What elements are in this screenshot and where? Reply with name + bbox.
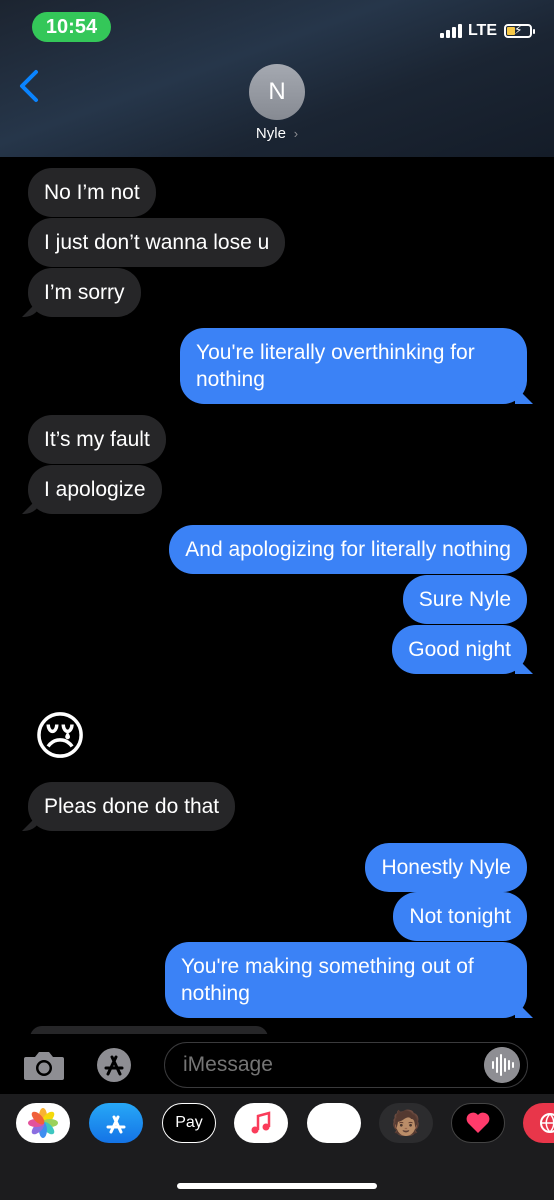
contact-name-button[interactable]: Nyle › [0, 125, 554, 142]
app-store-app-icon[interactable] [89, 1103, 143, 1143]
imessage-input[interactable] [164, 1042, 528, 1088]
message-incoming[interactable]: I’m sorry [28, 268, 141, 317]
home-indicator[interactable] [177, 1183, 377, 1189]
apple-pay-app-icon[interactable]: Pay [162, 1103, 216, 1143]
photos-app-icon[interactable] [16, 1103, 70, 1143]
contact-avatar[interactable]: N [249, 64, 305, 120]
status-indicators: LTE ⚡ [439, 22, 535, 40]
animoji-app-icon[interactable]: 🐵 [307, 1103, 361, 1143]
message-outgoing[interactable]: And apologizing for literally nothing [169, 525, 527, 574]
message-incoming[interactable]: Pleas done do that [28, 782, 236, 831]
message-incoming[interactable]: I apologize [28, 465, 162, 514]
contact-name: Nyle [255, 125, 286, 142]
digital-touch-app-icon[interactable] [451, 1103, 505, 1143]
message-outgoing[interactable]: You're making something out of nothing [165, 942, 527, 1018]
crying-face-emoji-message[interactable]: 😢 [30, 707, 90, 767]
message-outgoing[interactable]: Honestly Nyle [365, 843, 527, 892]
signal-icon [439, 24, 462, 38]
music-app-icon[interactable] [234, 1103, 288, 1143]
message-outgoing[interactable]: You're literally overthinking for nothin… [180, 328, 527, 404]
status-time: 10:54 [32, 12, 111, 42]
app-store-icon[interactable] [92, 1047, 142, 1083]
message-incoming[interactable]: I just don’t wanna lose u [28, 218, 286, 267]
apple-pay-label: Pay [175, 1114, 203, 1131]
message-outgoing[interactable]: Not tonight [393, 892, 527, 941]
camera-icon[interactable] [22, 1048, 66, 1082]
message-incoming[interactable]: No I’m not [28, 168, 156, 217]
memoji-stickers-app-icon[interactable]: 🧑🏽 [379, 1103, 433, 1143]
battery-icon: ⚡ [504, 23, 535, 38]
audio-message-icon[interactable] [484, 1047, 520, 1083]
chevron-right-icon: › [290, 126, 299, 141]
back-chevron-icon[interactable] [16, 68, 46, 104]
message-outgoing[interactable]: Good night [392, 625, 527, 674]
network-label: LTE [467, 22, 497, 39]
message-incoming[interactable]: It’s my fault [28, 415, 166, 464]
message-outgoing[interactable]: Sure Nyle [402, 575, 527, 624]
